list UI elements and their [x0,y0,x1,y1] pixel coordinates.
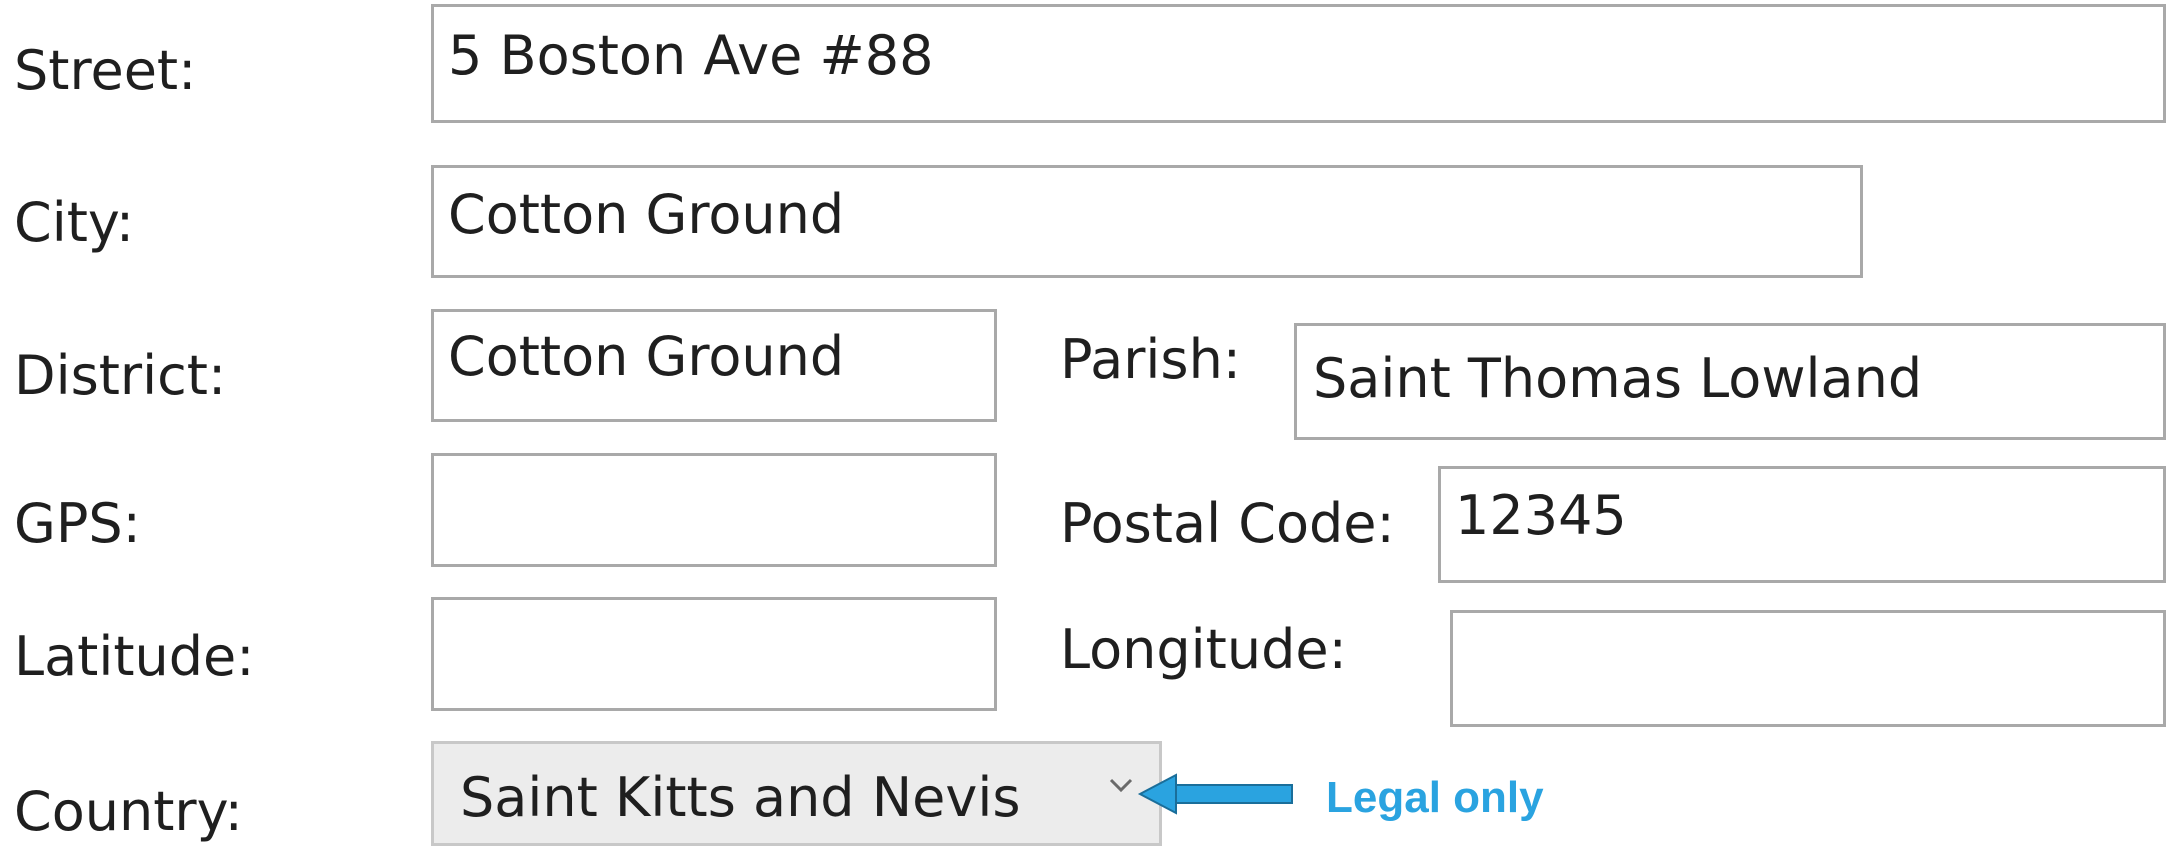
district-value: Cotton Ground [448,325,845,388]
postal-code-value: 12345 [1455,484,1627,547]
arrow-left-icon [1137,773,1293,815]
country-select[interactable]: Saint Kitts and Nevis [431,741,1162,846]
city-input[interactable]: Cotton Ground [431,165,1863,278]
district-input[interactable]: Cotton Ground [431,309,997,422]
country-label: Country: [14,780,243,843]
latitude-input[interactable] [431,597,997,711]
parish-label: Parish: [1060,328,1241,391]
country-value: Saint Kitts and Nevis [460,766,1021,829]
street-input[interactable]: 5 Boston Ave #88 [431,4,2166,123]
parish-value: Saint Thomas Lowland [1313,347,1923,410]
district-label: District: [14,344,227,407]
gps-label: GPS: [14,492,141,555]
city-label: City: [14,191,135,254]
parish-input[interactable]: Saint Thomas Lowland [1294,323,2166,440]
street-label: Street: [14,39,197,102]
street-value: 5 Boston Ave #88 [448,24,934,87]
longitude-input[interactable] [1450,610,2166,727]
city-value: Cotton Ground [448,183,845,246]
legal-only-note: Legal only [1326,773,1544,822]
longitude-label: Longitude: [1060,618,1347,681]
postal-code-label: Postal Code: [1060,492,1395,555]
postal-code-input[interactable]: 12345 [1438,466,2166,583]
latitude-label: Latitude: [14,625,255,688]
gps-input[interactable] [431,453,997,567]
chevron-down-icon [1109,778,1133,793]
